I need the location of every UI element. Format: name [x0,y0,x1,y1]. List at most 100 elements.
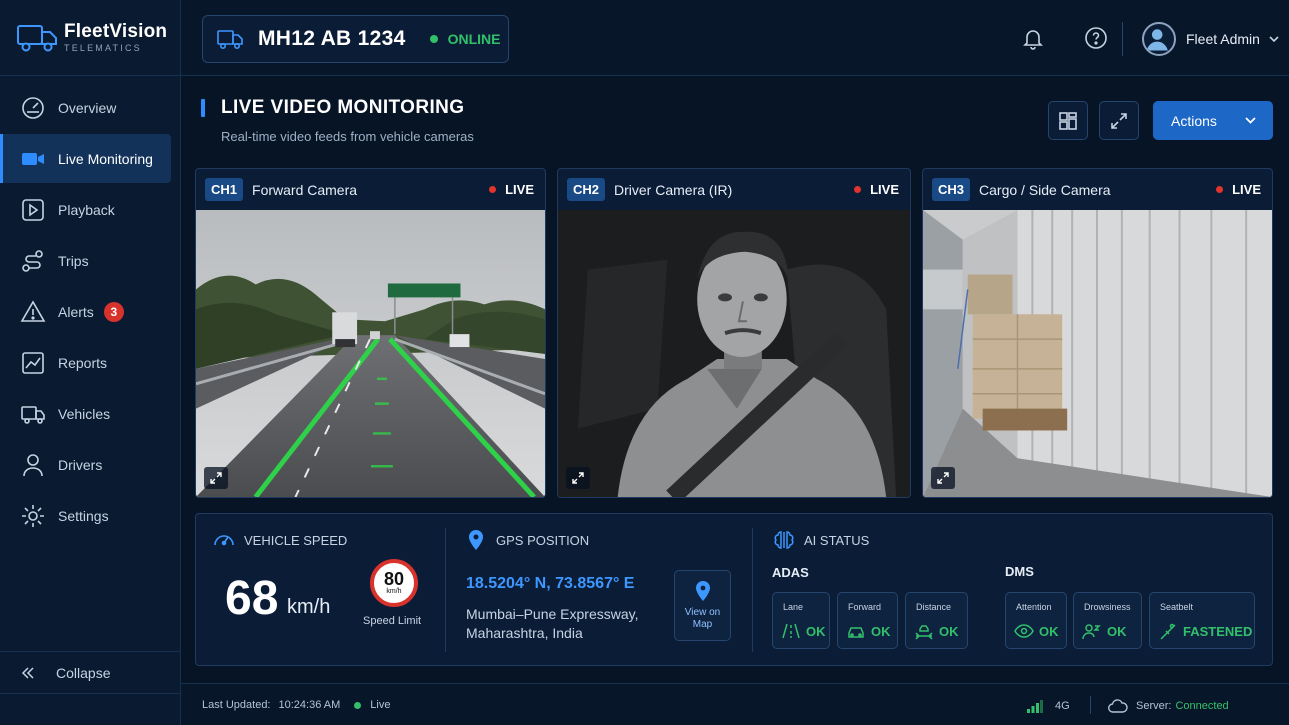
last-updated-label: Last Updated: [202,699,271,711]
sidebar-item-drivers[interactable]: Drivers [0,440,171,489]
adas-label: ADAS [772,565,809,580]
sidebar-item-alerts[interactable]: Alerts 3 [0,287,171,336]
camera-panel-ch1[interactable]: CH1 Forward Camera LIVE [195,168,546,498]
truck-logo-icon [17,24,57,51]
server-label: Server: [1136,700,1172,712]
sidebar-item-playback[interactable]: Playback [0,185,171,234]
speed-section-title: VEHICLE SPEED [212,528,347,552]
sidebar: FleetVision TELEMATICS Overview Live Mon… [0,0,181,725]
brain-icon [774,531,794,549]
driver-camera-feed[interactable] [558,210,910,497]
speed-limit-unit: km/h [386,588,402,595]
warning-triangle-icon [20,299,46,322]
sidebar-item-overview[interactable]: Overview [0,83,171,132]
vehicle-selector[interactable]: MH12 AB 1234 ONLINE [202,15,509,63]
actions-dropdown[interactable]: Actions [1153,101,1273,140]
fullscreen-button[interactable] [1099,101,1139,140]
dms-label: DMS [1005,564,1034,579]
live-dot [854,186,862,193]
expand-feed-button[interactable] [931,467,955,489]
speed-title: VEHICLE SPEED [244,532,348,548]
camera-panel-ch3[interactable]: CH3 Cargo / Side Camera LIVE [922,168,1273,498]
truck-icon [21,405,45,424]
collapse-label: Collapse [56,664,111,681]
cargo-scene-image [923,210,1272,497]
sidebar-item-vehicles[interactable]: Vehicles [0,389,171,438]
drowsy-driver-icon [1082,624,1101,640]
dms-attention-card: Attention OK [1005,592,1067,649]
lane-icon [782,623,800,639]
camera-name: Forward Camera [252,181,358,198]
help-icon[interactable] [1084,26,1108,50]
brand[interactable]: FleetVision TELEMATICS [0,0,180,76]
sidebar-item-label: Reports [58,354,108,371]
sidebar-item-settings[interactable]: Settings [0,491,171,540]
user-menu[interactable]: Fleet Admin [1142,22,1280,56]
online-dot [429,35,438,43]
ai-card-status: OK [939,623,959,639]
server-status-value: Connected [1175,700,1229,712]
truck-icon [217,30,243,49]
live-dot [489,186,497,193]
vehicle-status: ONLINE [429,31,501,47]
dms-seatbelt-card: Seatbelt FASTENED [1149,592,1255,649]
camera-panel-ch2[interactable]: CH2 Driver Camera (IR) LIVE [557,168,911,498]
live-dot [1216,186,1224,193]
speed-limit-sign: 80 km/h [370,559,418,607]
divider [445,528,446,652]
top-bar: MH12 AB 1234 ONLINE Fleet Admin [181,0,1289,76]
sidebar-item-live-monitoring[interactable]: Live Monitoring [0,134,171,183]
driver-scene-image [558,210,910,497]
collapse-button[interactable]: Collapse [0,651,180,694]
ai-card-label: Forward [848,602,882,612]
gps-coordinates: 18.5204° N, 73.8567° E [466,575,635,592]
expand-icon [572,472,584,484]
ai-card-status: FASTENED [1183,623,1253,639]
expand-feed-button[interactable] [566,467,590,489]
forward-camera-feed[interactable] [196,210,545,497]
ai-card-label: Drowsiness [1084,602,1131,612]
live-label: LIVE [870,182,899,197]
map-pin-icon [469,530,483,550]
camera-header: CH3 Cargo / Side Camera LIVE [923,169,1272,210]
adas-forward-card: Forward OK [837,592,898,649]
live-indicator: LIVE [854,182,899,197]
speedometer-icon [214,535,234,546]
last-updated: Last Updated: 10:24:36 AM Live [202,699,390,711]
car-icon [848,627,864,638]
ai-card-value: OK [914,622,959,640]
expand-icon [937,472,949,484]
actions-label: Actions [1171,112,1217,129]
channel-tag: CH1 [205,178,244,201]
sidebar-item-reports[interactable]: Reports [0,338,171,387]
bell-icon[interactable] [1021,26,1045,50]
sidebar-item-label: Live Monitoring [58,150,153,167]
signal-bars-icon [1027,700,1043,713]
gps-address-line1: Mumbai–Pune Expressway, [466,606,639,622]
vehicle-plate: MH12 AB 1234 [258,27,406,50]
sidebar-item-label: Overview [58,99,117,116]
gps-address: Mumbai–Pune Expressway, Maharashtra, Ind… [466,605,656,643]
expand-icon [1111,112,1127,129]
chart-icon [22,351,44,374]
sidebar-item-trips[interactable]: Trips [0,236,171,285]
ai-card-status: OK [1107,623,1127,639]
adas-lane-card: Lane OK [772,592,830,649]
seatbelt-icon [1160,623,1176,640]
layout-button[interactable] [1048,101,1088,140]
vehicle-status-label: ONLINE [447,31,501,47]
brand-name: FleetVision [64,20,168,42]
live-indicator: LIVE [489,182,534,197]
ai-card-value: OK [1014,622,1059,640]
cargo-camera-feed[interactable] [923,210,1272,497]
page-title: LIVE VIDEO MONITORING [221,97,465,118]
expand-icon [210,472,222,484]
ai-card-status: OK [1039,623,1059,639]
view-on-map-button[interactable]: View on Map [674,570,731,641]
vehicle-status-panel: VEHICLE SPEED 68 km/h 80 km/h Speed Limi… [195,513,1273,666]
expand-feed-button[interactable] [204,467,228,489]
gps-title: GPS POSITION [496,532,590,548]
network-status: 4G [1027,699,1070,713]
divider [752,528,753,652]
page-subtitle: Real-time video feeds from vehicle camer… [221,129,474,144]
